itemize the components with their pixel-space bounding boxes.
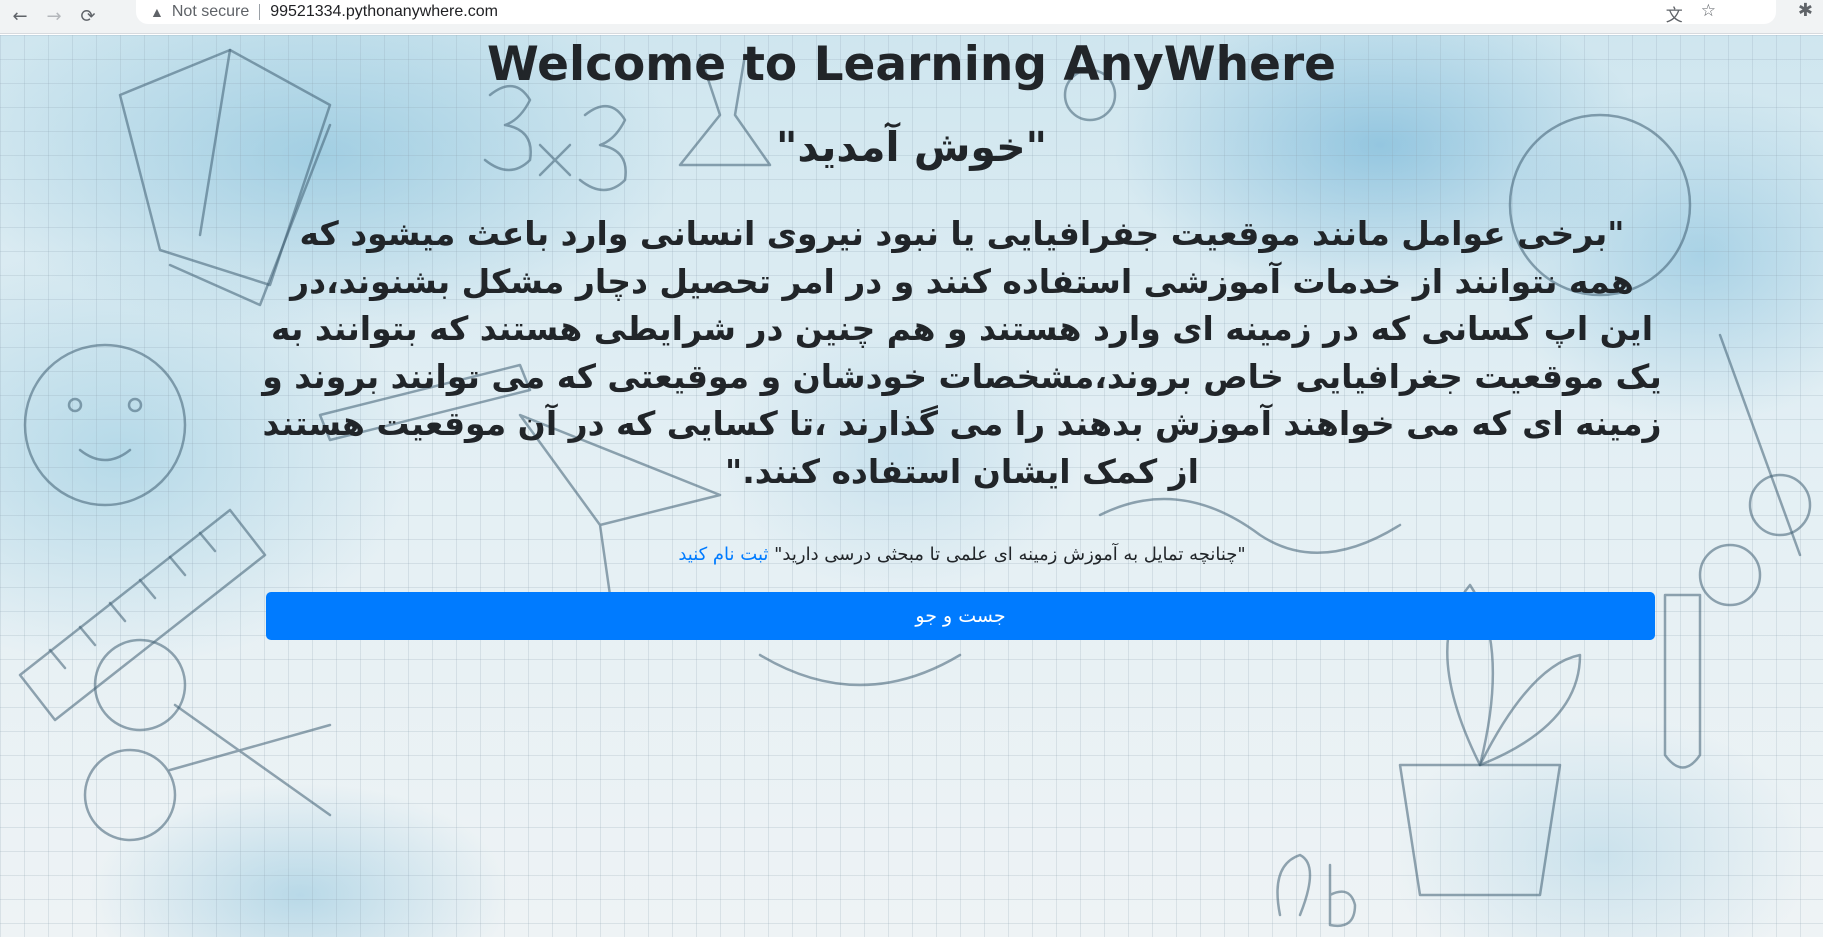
address-separator: [259, 4, 261, 20]
welcome-heading-fa: "خوش آمدید": [775, 123, 1048, 171]
search-button[interactable]: جست و جو: [266, 592, 1655, 640]
signup-prompt: "چنانچه تمایل به آموزش زمینه ای علمی تا …: [262, 544, 1662, 565]
extensions-icon[interactable]: ✱: [1798, 0, 1813, 21]
bookmark-star-icon[interactable]: ☆: [1701, 1, 1716, 26]
url-text[interactable]: 99521334.pythonanywhere.com: [270, 3, 498, 21]
translate-icon[interactable]: 文: [1666, 1, 1683, 26]
signup-link[interactable]: ثبت نام کنید: [678, 544, 768, 565]
browser-toolbar: ← → ⟳ ▲ Not secure 99521334.pythonanywhe…: [0, 0, 1823, 34]
address-bar[interactable]: ▲ Not secure 99521334.pythonanywhere.com…: [136, 0, 1776, 26]
address-bar-actions: 文 ☆: [1666, 1, 1716, 26]
signup-prompt-text: "چنانچه تمایل به آموزش زمینه ای علمی تا …: [774, 544, 1246, 565]
intro-paragraph: "برخی عوامل مانند موقعیت جفرافیایی یا نب…: [262, 214, 1662, 491]
forward-icon[interactable]: →: [40, 3, 68, 31]
back-icon[interactable]: ←: [6, 3, 34, 31]
security-label[interactable]: Not secure: [172, 3, 249, 21]
warning-icon[interactable]: ▲: [150, 4, 164, 20]
page-body: Welcome to Learning AnyWhere "خوش آمدید"…: [0, 35, 1823, 937]
page-title: Welcome to Learning AnyWhere: [486, 37, 1337, 92]
reload-icon[interactable]: ⟳: [74, 3, 102, 31]
